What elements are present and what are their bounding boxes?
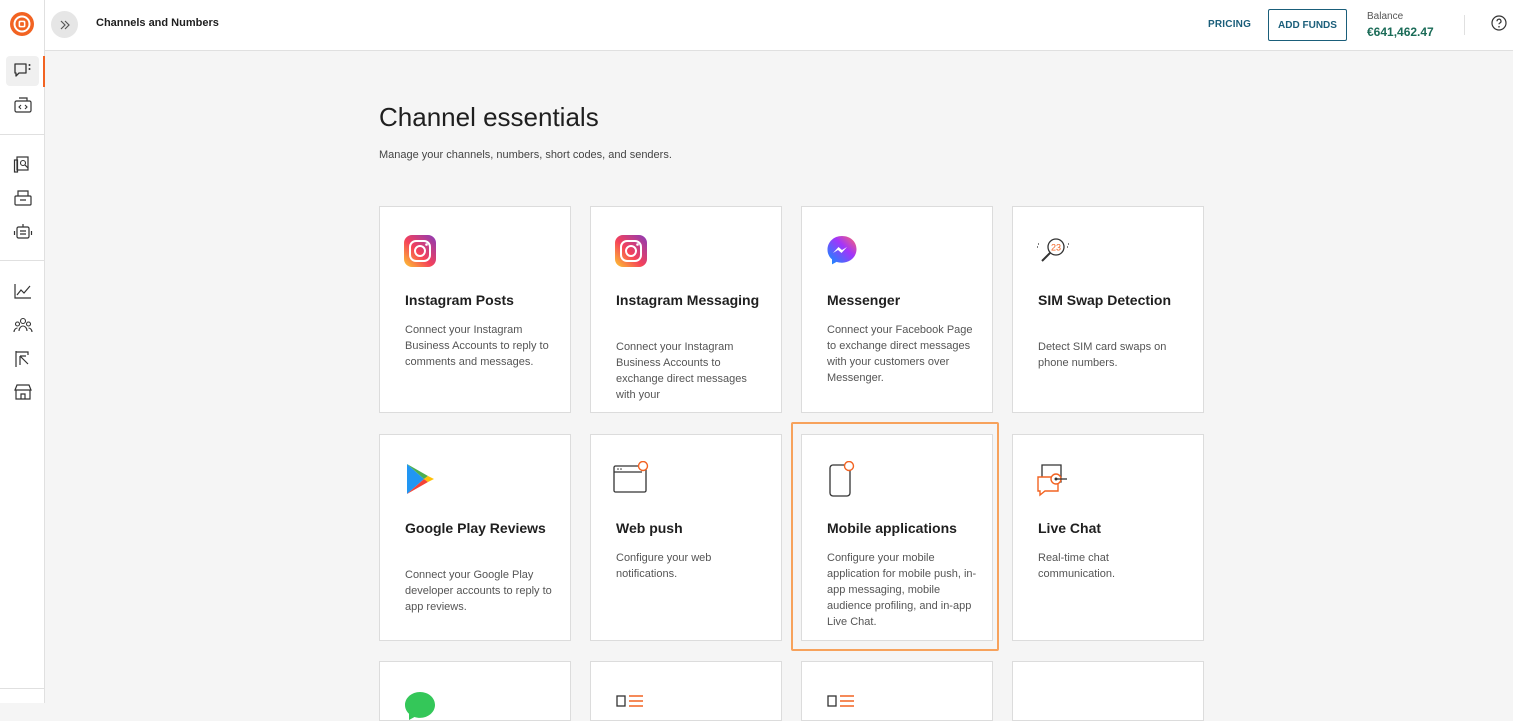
card-title: Messenger <box>827 292 901 308</box>
card-title: Instagram Posts <box>405 292 514 308</box>
card-title: Google Play Reviews <box>405 520 546 536</box>
line-chart-icon <box>13 284 31 299</box>
robot-icon <box>13 224 32 239</box>
document-search-icon <box>13 156 29 173</box>
card-title: Live Chat <box>1038 520 1102 536</box>
pricing-link[interactable]: PRICING <box>1208 19 1251 30</box>
top-divider <box>1464 15 1465 35</box>
help-icon[interactable] <box>1491 15 1507 31</box>
nav-inbox[interactable] <box>6 183 39 213</box>
list-icon <box>616 695 643 707</box>
sidebar <box>0 0 45 703</box>
card-web-push[interactable]: Web push Configure your web notification… <box>590 434 782 641</box>
sidebar-divider <box>0 260 45 261</box>
balance-label: Balance <box>1367 11 1404 22</box>
nav-exchange[interactable] <box>6 377 39 407</box>
inbox-icon <box>13 190 32 206</box>
card-description: Connect your Facebook Page to exchange d… <box>827 324 973 384</box>
add-funds-button[interactable]: ADD FUNDS <box>1268 9 1347 41</box>
card-partial[interactable] <box>379 661 571 721</box>
flow-arrow-icon <box>14 351 29 367</box>
page-heading: Channel essentials <box>379 102 599 132</box>
nav-people[interactable] <box>6 310 39 340</box>
live-chat-icon <box>1037 464 1067 497</box>
card-description: Connect your Google Play developer accou… <box>405 569 552 613</box>
card-partial[interactable] <box>590 661 782 721</box>
chat-bubble-green-icon <box>405 692 435 720</box>
nav-analyze[interactable] <box>6 276 39 306</box>
card-instagram-messaging[interactable]: Instagram Messaging Connect your Instagr… <box>590 206 782 413</box>
focus-highlight <box>791 422 999 651</box>
svg-text:23: 23 <box>1051 243 1061 253</box>
card-description: Configure your web notifications. <box>616 552 712 580</box>
nav-moments[interactable] <box>6 344 39 374</box>
instagram-icon <box>404 235 436 267</box>
storefront-icon <box>13 384 32 400</box>
messenger-icon <box>827 236 857 265</box>
double-chevron-right-icon <box>60 20 70 29</box>
nav-templates[interactable] <box>6 150 39 180</box>
card-description: Real-time chat communication. <box>1038 552 1116 580</box>
card-partial[interactable] <box>1012 661 1204 721</box>
web-push-icon <box>613 461 649 493</box>
top-bar: Channels and Numbers PRICING ADD FUNDS B… <box>45 0 1513 51</box>
card-title: Instagram Messaging <box>616 292 760 308</box>
card-description: Detect SIM card swaps on phone numbers. <box>1038 341 1167 369</box>
code-box-icon <box>13 97 32 113</box>
card-messenger[interactable]: Messenger Connect your Facebook Page to … <box>801 206 993 413</box>
sim-swap-icon: 23 <box>1037 238 1070 262</box>
expand-sidebar-button[interactable] <box>51 11 78 38</box>
card-google-play[interactable]: Google Play Reviews Connect your Google … <box>379 434 571 641</box>
list-icon <box>827 695 854 707</box>
card-description: Connect your Instagram Business Accounts… <box>405 324 549 368</box>
instagram-icon <box>615 235 647 267</box>
card-title: SIM Swap Detection <box>1038 292 1172 308</box>
card-live-chat[interactable]: Live Chat Real-time chat communication. <box>1012 434 1204 641</box>
chat-bubble-icon <box>13 63 30 77</box>
sidebar-divider <box>0 688 45 689</box>
card-partial[interactable] <box>801 661 993 721</box>
card-sim-swap[interactable]: 23 SIM Swap Detection Detect SIM card sw… <box>1012 206 1204 413</box>
balance-value: €641,462.47 <box>1367 25 1434 39</box>
page-subtitle: Manage your channels, numbers, short cod… <box>379 149 672 161</box>
people-icon <box>12 317 33 333</box>
nav-automation[interactable] <box>6 217 39 247</box>
card-title: Web push <box>616 520 683 536</box>
infobip-logo[interactable] <box>9 11 35 37</box>
page-title: Channels and Numbers <box>96 17 219 29</box>
nav-conversations[interactable] <box>6 56 39 86</box>
active-indicator <box>43 56 45 87</box>
google-play-icon <box>407 464 434 494</box>
card-description: Connect your Instagram Business Accounts… <box>616 341 747 401</box>
nav-developer[interactable] <box>6 90 39 120</box>
card-instagram-posts[interactable]: Instagram Posts Connect your Instagram B… <box>379 206 571 413</box>
sidebar-divider <box>0 134 45 135</box>
